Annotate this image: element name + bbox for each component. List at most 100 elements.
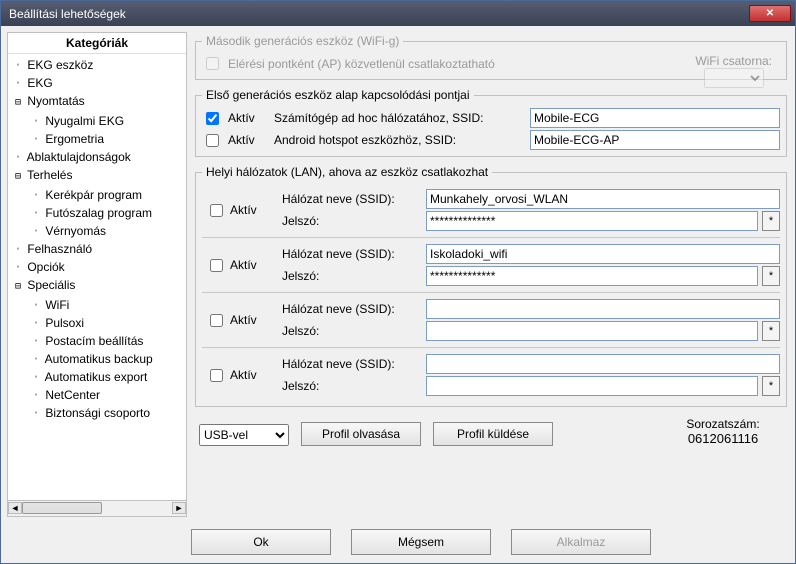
collapse-icon[interactable]: ⊟ bbox=[12, 278, 24, 296]
tree-item[interactable]: · Futószalag program bbox=[8, 204, 186, 222]
lan-active-checkbox[interactable] bbox=[210, 314, 223, 327]
lan-legend: Helyi hálózatok (LAN), ahova az eszköz c… bbox=[202, 165, 492, 179]
tree-item[interactable]: · Biztonsági csoporto bbox=[8, 404, 186, 422]
tree-bullet-icon: · bbox=[30, 332, 42, 350]
lan-pass-input[interactable] bbox=[426, 211, 758, 231]
tree-bullet-icon: · bbox=[12, 258, 24, 276]
tree-item[interactable]: · Vérnyomás bbox=[8, 222, 186, 240]
main-pane: Második generációs eszköz (WiFi-g) Eléré… bbox=[193, 32, 789, 517]
tree-item[interactable]: · Automatikus export bbox=[8, 368, 186, 386]
lan-group: Helyi hálózatok (LAN), ahova az eszköz c… bbox=[195, 165, 787, 407]
tree-item[interactable]: ⊟ Terhelés bbox=[8, 166, 186, 186]
tree-bullet-icon: · bbox=[30, 404, 42, 422]
horizontal-scrollbar[interactable]: ◄ ► bbox=[8, 500, 186, 516]
dialog-buttons: Ok Mégsem Alkalmaz bbox=[1, 523, 795, 563]
lan-pass-input[interactable] bbox=[426, 376, 758, 396]
lan-entry: AktívHálózat neve (SSID):Jelszó:* bbox=[202, 293, 780, 348]
tree-bullet-icon: · bbox=[12, 56, 24, 74]
serial-value: 0612061116 bbox=[663, 431, 783, 446]
lan-ssid-input[interactable] bbox=[426, 354, 780, 374]
tree-item[interactable]: · Nyugalmi EKG bbox=[8, 112, 186, 130]
collapse-icon[interactable]: ⊟ bbox=[12, 94, 24, 112]
category-tree[interactable]: · EKG eszköz· EKG⊟ Nyomtatás· Nyugalmi E… bbox=[8, 54, 186, 500]
tree-item[interactable]: · WiFi bbox=[8, 296, 186, 314]
lan-pass-input[interactable] bbox=[426, 321, 758, 341]
connection-select[interactable]: USB-vel bbox=[199, 424, 289, 446]
tree-item-label: EKG bbox=[24, 76, 53, 90]
gen1-hotspot-active-checkbox[interactable] bbox=[206, 134, 219, 147]
scroll-left-arrow-icon[interactable]: ◄ bbox=[8, 502, 22, 514]
tree-bullet-icon: · bbox=[30, 112, 42, 130]
tree-item-label: Felhasználó bbox=[24, 242, 92, 256]
reveal-password-button[interactable]: * bbox=[762, 321, 780, 341]
tree-item[interactable]: · Kerékpár program bbox=[8, 186, 186, 204]
tree-item[interactable]: · Ablaktulajdonságok bbox=[8, 148, 186, 166]
tree-item[interactable]: · Automatikus backup bbox=[8, 350, 186, 368]
lan-active-checkbox[interactable] bbox=[210, 259, 223, 272]
wifi-channel-label: WiFi csatorna: bbox=[695, 54, 772, 68]
lan-active-checkbox[interactable] bbox=[210, 369, 223, 382]
tree-bullet-icon: · bbox=[12, 148, 24, 166]
lan-ssid-input[interactable] bbox=[426, 299, 780, 319]
gen1-adhoc-ssid-input[interactable] bbox=[530, 108, 780, 128]
ok-button[interactable]: Ok bbox=[191, 529, 331, 555]
collapse-icon[interactable]: ⊟ bbox=[12, 168, 24, 186]
tree-item[interactable]: ⊟ Nyomtatás bbox=[8, 92, 186, 112]
gen1-adhoc-active-checkbox[interactable] bbox=[206, 112, 219, 125]
tree-item-label: Nyomtatás bbox=[24, 94, 85, 108]
gen1-hotspot-ssid-input[interactable] bbox=[530, 130, 780, 150]
send-profile-button[interactable]: Profil küldése bbox=[433, 422, 553, 446]
tree-item[interactable]: · Opciók bbox=[8, 258, 186, 276]
lan-ssid-input[interactable] bbox=[426, 244, 780, 264]
reveal-password-button[interactable]: * bbox=[762, 266, 780, 286]
tree-item-label: Ablaktulajdonságok bbox=[24, 150, 131, 164]
active-label: Aktív bbox=[230, 203, 257, 217]
scroll-right-arrow-icon[interactable]: ► bbox=[172, 502, 186, 514]
scroll-thumb[interactable] bbox=[22, 502, 102, 514]
settings-window: Beállítási lehetőségek ✕ Kategóriák · EK… bbox=[0, 0, 796, 564]
reveal-password-button[interactable]: * bbox=[762, 211, 780, 231]
tree-bullet-icon: · bbox=[12, 240, 24, 258]
reveal-password-button[interactable]: * bbox=[762, 376, 780, 396]
pass-label: Jelszó: bbox=[282, 379, 422, 393]
lan-ssid-input[interactable] bbox=[426, 189, 780, 209]
read-profile-button[interactable]: Profil olvasása bbox=[301, 422, 421, 446]
tree-item[interactable]: · NetCenter bbox=[8, 386, 186, 404]
cancel-button[interactable]: Mégsem bbox=[351, 529, 491, 555]
tree-item-label: Nyugalmi EKG bbox=[42, 114, 124, 128]
gen1-hotspot-label: Android hotspot eszközhöz, SSID: bbox=[274, 133, 524, 147]
window-title: Beállítási lehetőségek bbox=[9, 7, 126, 21]
tree-item[interactable]: · EKG eszköz bbox=[8, 56, 186, 74]
active-label: Aktív bbox=[228, 133, 268, 147]
tree-item-label: NetCenter bbox=[42, 388, 100, 402]
tree-item[interactable]: · EKG bbox=[8, 74, 186, 92]
tree-item-label: Pulsoxi bbox=[42, 316, 84, 330]
category-sidebar: Kategóriák · EKG eszköz· EKG⊟ Nyomtatás·… bbox=[7, 32, 187, 517]
tree-bullet-icon: · bbox=[30, 314, 42, 332]
tree-item-label: Postacím beállítás bbox=[42, 334, 143, 348]
ssid-label: Hálózat neve (SSID): bbox=[282, 302, 422, 316]
tree-item[interactable]: · Postacím beállítás bbox=[8, 332, 186, 350]
pass-label: Jelszó: bbox=[282, 214, 422, 228]
tree-item-label: Automatikus backup bbox=[42, 352, 153, 366]
ssid-label: Hálózat neve (SSID): bbox=[282, 247, 422, 261]
gen1-legend: Első generációs eszköz alap kapcsolódási… bbox=[202, 88, 474, 102]
gen2-group: Második generációs eszköz (WiFi-g) Eléré… bbox=[195, 34, 787, 80]
lan-active-checkbox[interactable] bbox=[210, 204, 223, 217]
titlebar: Beállítási lehetőségek ✕ bbox=[1, 1, 795, 26]
tree-item[interactable]: · Felhasználó bbox=[8, 240, 186, 258]
tree-item-label: Automatikus export bbox=[42, 370, 147, 384]
lan-pass-input[interactable] bbox=[426, 266, 758, 286]
tree-item-label: Ergometria bbox=[42, 132, 104, 146]
tree-item[interactable]: · Ergometria bbox=[8, 130, 186, 148]
tree-item[interactable]: · Pulsoxi bbox=[8, 314, 186, 332]
tree-bullet-icon: · bbox=[12, 74, 24, 92]
tree-item[interactable]: ⊟ Speciális bbox=[8, 276, 186, 296]
tree-bullet-icon: · bbox=[30, 368, 42, 386]
tree-item-label: EKG eszköz bbox=[24, 58, 93, 72]
active-label: Aktív bbox=[230, 258, 257, 272]
tree-item-label: Biztonsági csoporto bbox=[42, 406, 150, 420]
tree-bullet-icon: · bbox=[30, 204, 42, 222]
pass-label: Jelszó: bbox=[282, 324, 422, 338]
close-icon[interactable]: ✕ bbox=[749, 5, 791, 22]
